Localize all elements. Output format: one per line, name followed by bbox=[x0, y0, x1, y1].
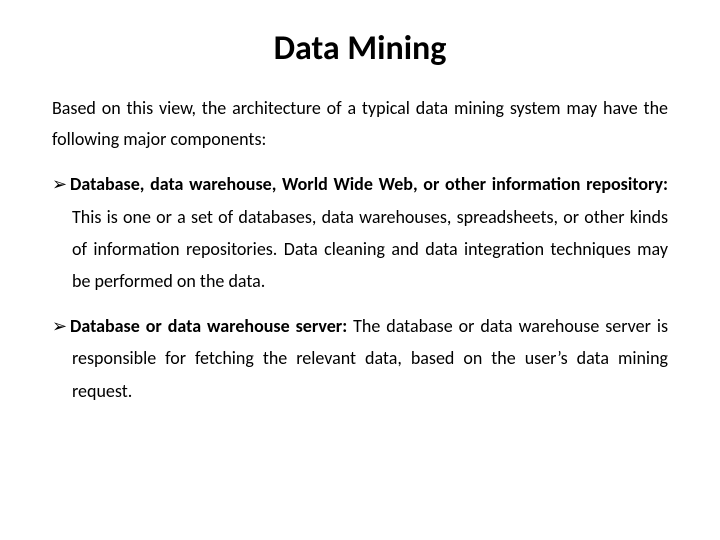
slide: Data Mining Based on this view, the arch… bbox=[0, 0, 720, 540]
bullet-body: This is one or a set of databases, data … bbox=[72, 206, 668, 293]
bullet-heading: Database, data warehouse, World Wide Web… bbox=[70, 173, 668, 195]
intro-paragraph: Based on this view, the architecture of … bbox=[52, 93, 668, 154]
page-title: Data Mining bbox=[52, 28, 668, 69]
bullet-item: ➢ Database, data warehouse, World Wide W… bbox=[52, 168, 668, 298]
bullet-heading: Database or data warehouse server: bbox=[70, 315, 347, 337]
arrow-bullet-icon: ➢ bbox=[52, 168, 70, 200]
bullet-item: ➢Database or data warehouse server: The … bbox=[52, 310, 668, 407]
arrow-bullet-icon: ➢ bbox=[52, 310, 70, 342]
